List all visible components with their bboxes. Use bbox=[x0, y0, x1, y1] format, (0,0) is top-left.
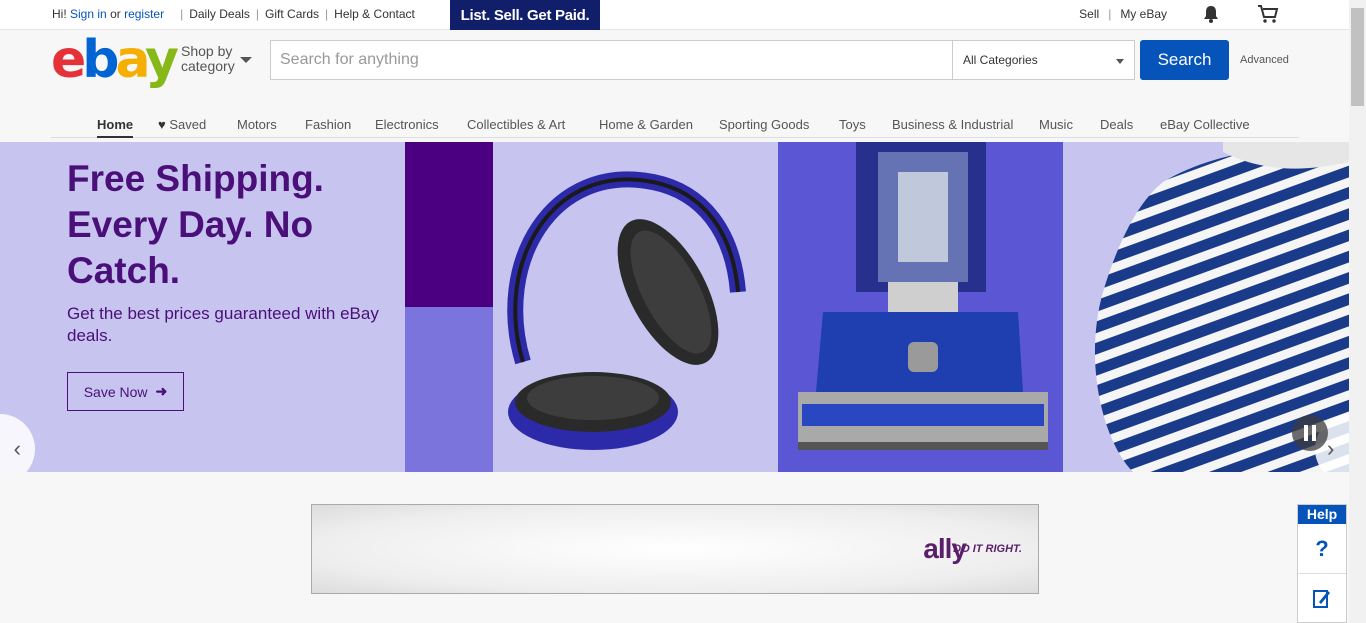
advanced-search-link[interactable]: Advanced bbox=[1240, 54, 1289, 66]
hero-subtext: Get the best prices guaranteed with eBay… bbox=[67, 304, 379, 345]
nav-item-sporting-goods[interactable]: Sporting Goods bbox=[719, 117, 809, 132]
nav-item-toys[interactable]: Toys bbox=[839, 117, 866, 132]
vacuum-image[interactable] bbox=[778, 142, 1063, 472]
cart-icon[interactable] bbox=[1257, 4, 1279, 24]
greeting-text: Hi! bbox=[52, 7, 67, 21]
help-widget: Help ? bbox=[1297, 504, 1347, 623]
top-bar: Hi! Sign in or register | Daily Deals | … bbox=[0, 0, 1366, 30]
ebay-logo[interactable]: ebay bbox=[51, 32, 179, 88]
nav-item-saved[interactable]: ♥ Saved bbox=[158, 117, 206, 132]
carousel-prev-button[interactable]: ‹ bbox=[0, 414, 35, 472]
chevron-right-icon: › bbox=[1327, 436, 1335, 461]
nav-item-music[interactable]: Music bbox=[1039, 117, 1073, 132]
nav-item-motors[interactable]: Motors bbox=[237, 117, 277, 132]
nav-item-home[interactable]: Home bbox=[97, 117, 134, 138]
arrow-right-icon: ➜ bbox=[155, 383, 168, 399]
page-scrollbar[interactable] bbox=[1349, 0, 1366, 623]
bell-icon[interactable] bbox=[1200, 4, 1222, 24]
nav-item-collectibles-art[interactable]: Collectibles & Art bbox=[467, 117, 565, 132]
category-select[interactable]: All Categories bbox=[952, 40, 1135, 80]
search-button[interactable]: Search bbox=[1140, 40, 1229, 80]
vacuum-illustration bbox=[798, 142, 1048, 450]
top-bar-left: Hi! Sign in or register | Daily Deals | … bbox=[52, 7, 415, 21]
scrollbar-thumb[interactable] bbox=[1351, 8, 1364, 106]
my-ebay-link[interactable]: My eBay bbox=[1120, 7, 1167, 21]
category-nav: Home ♥ Saved Motors Fashion Electronics … bbox=[0, 117, 1366, 141]
chevron-down-icon bbox=[240, 57, 252, 63]
pause-carousel-button[interactable] bbox=[1292, 415, 1328, 451]
ally-advertisement[interactable]: ally DO IT RIGHT. bbox=[311, 504, 1039, 594]
headphones-image[interactable] bbox=[493, 142, 778, 472]
search-input[interactable] bbox=[270, 40, 953, 80]
top-bar-right: Sell | My eBay bbox=[1079, 7, 1167, 21]
feedback-button[interactable] bbox=[1298, 574, 1346, 622]
nav-item-business-industrial[interactable]: Business & Industrial bbox=[892, 117, 1013, 132]
hero-color-block bbox=[405, 307, 493, 472]
nav-item-home-garden[interactable]: Home & Garden bbox=[599, 117, 693, 132]
question-icon[interactable]: ? bbox=[1298, 524, 1346, 574]
help-contact-link[interactable]: Help & Contact bbox=[334, 7, 415, 21]
dropdown-caret-icon bbox=[1116, 59, 1124, 64]
hero-carousel: Free Shipping. Every Day. No Catch. Get … bbox=[0, 142, 1349, 472]
promo-banner-link[interactable]: List. Sell. Get Paid. bbox=[450, 0, 600, 30]
gift-cards-link[interactable]: Gift Cards bbox=[265, 7, 319, 21]
save-now-button[interactable]: Save Now ➜ bbox=[67, 372, 184, 411]
hero-color-block bbox=[405, 142, 493, 307]
chevron-left-icon: ‹ bbox=[13, 436, 21, 461]
help-title[interactable]: Help bbox=[1298, 505, 1346, 524]
register-link[interactable]: register bbox=[124, 7, 164, 21]
heart-icon: ♥ bbox=[158, 117, 166, 132]
shop-by-category-button[interactable]: Shop by category bbox=[181, 44, 235, 74]
sign-in-link[interactable]: Sign in bbox=[70, 7, 107, 21]
daily-deals-link[interactable]: Daily Deals bbox=[189, 7, 250, 21]
nav-item-deals[interactable]: Deals bbox=[1100, 117, 1133, 132]
sell-link[interactable]: Sell bbox=[1079, 7, 1099, 21]
or-text: or bbox=[110, 7, 121, 21]
nav-item-ebay-collective[interactable]: eBay Collective bbox=[1160, 117, 1250, 132]
feedback-icon bbox=[1313, 590, 1330, 608]
nav-item-electronics[interactable]: Electronics bbox=[375, 117, 439, 132]
hero-headline: Free Shipping. Every Day. No Catch. bbox=[67, 158, 324, 291]
nav-item-fashion[interactable]: Fashion bbox=[305, 117, 351, 132]
headphones-illustration bbox=[507, 171, 746, 450]
ad-tagline: DO IT RIGHT. bbox=[953, 543, 1022, 555]
